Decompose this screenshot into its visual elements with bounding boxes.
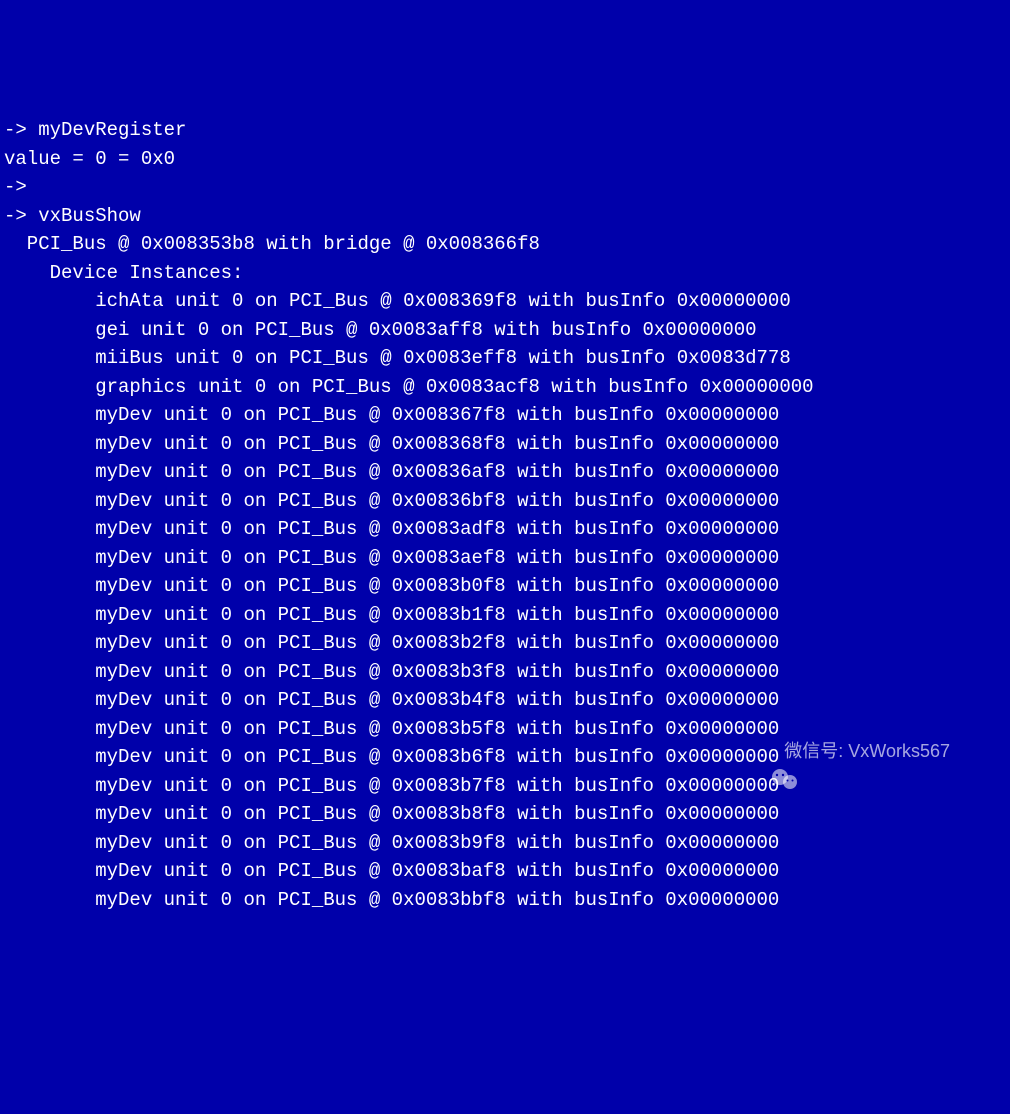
terminal-line: myDev unit 0 on PCI_Bus @ 0x0083bbf8 wit… [4, 886, 1006, 915]
terminal-line: PCI_Bus @ 0x008353b8 with bridge @ 0x008… [4, 230, 1006, 259]
watermark-text: 微信号: VxWorks567 [784, 738, 950, 765]
terminal-line: -> vxBusShow [4, 202, 1006, 231]
terminal-line: miiBus unit 0 on PCI_Bus @ 0x0083eff8 wi… [4, 344, 1006, 373]
terminal-line: myDev unit 0 on PCI_Bus @ 0x00836af8 wit… [4, 458, 1006, 487]
terminal-line: myDev unit 0 on PCI_Bus @ 0x0083b9f8 wit… [4, 829, 1006, 858]
terminal-line: value = 0 = 0x0 [4, 145, 1006, 174]
terminal-line: myDev unit 0 on PCI_Bus @ 0x0083b7f8 wit… [4, 772, 1006, 801]
terminal-line: myDev unit 0 on PCI_Bus @ 0x0083adf8 wit… [4, 515, 1006, 544]
terminal-line: -> myDevRegister [4, 116, 1006, 145]
terminal-line: myDev unit 0 on PCI_Bus @ 0x0083b2f8 wit… [4, 629, 1006, 658]
terminal-line: myDev unit 0 on PCI_Bus @ 0x00836bf8 wit… [4, 487, 1006, 516]
terminal-line: myDev unit 0 on PCI_Bus @ 0x0083baf8 wit… [4, 857, 1006, 886]
terminal-line: Device Instances: [4, 259, 1006, 288]
terminal-line: myDev unit 0 on PCI_Bus @ 0x0083b3f8 wit… [4, 658, 1006, 687]
watermark: 微信号: VxWorks567 [751, 738, 950, 765]
terminal-line: myDev unit 0 on PCI_Bus @ 0x008367f8 wit… [4, 401, 1006, 430]
terminal-line: myDev unit 0 on PCI_Bus @ 0x008368f8 wit… [4, 430, 1006, 459]
terminal-output[interactable]: -> myDevRegistervalue = 0 = 0x0->-> vxBu… [4, 116, 1006, 914]
wechat-icon [751, 740, 779, 764]
terminal-line: graphics unit 0 on PCI_Bus @ 0x0083acf8 … [4, 373, 1006, 402]
terminal-line: myDev unit 0 on PCI_Bus @ 0x0083b1f8 wit… [4, 601, 1006, 630]
terminal-line: myDev unit 0 on PCI_Bus @ 0x0083aef8 wit… [4, 544, 1006, 573]
terminal-line: myDev unit 0 on PCI_Bus @ 0x0083b4f8 wit… [4, 686, 1006, 715]
terminal-line: -> [4, 173, 1006, 202]
terminal-line: gei unit 0 on PCI_Bus @ 0x0083aff8 with … [4, 316, 1006, 345]
terminal-line: ichAta unit 0 on PCI_Bus @ 0x008369f8 wi… [4, 287, 1006, 316]
terminal-line: myDev unit 0 on PCI_Bus @ 0x0083b8f8 wit… [4, 800, 1006, 829]
terminal-line: myDev unit 0 on PCI_Bus @ 0x0083b0f8 wit… [4, 572, 1006, 601]
